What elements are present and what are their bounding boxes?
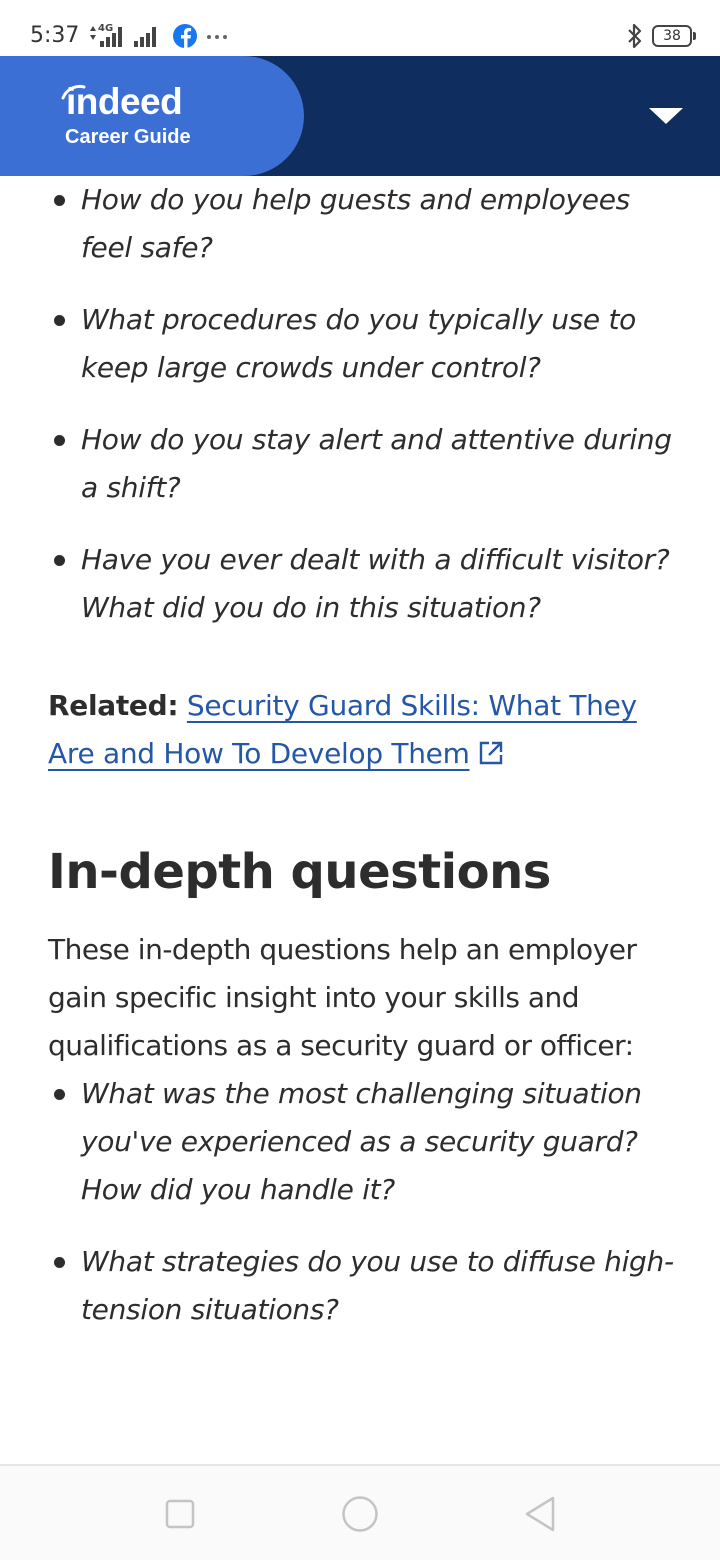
home-button[interactable] [340,1494,380,1534]
status-bar: 5:37 4G 38 [0,0,720,56]
menu-toggle-button[interactable] [642,96,690,136]
logo-subtitle: Career Guide [65,126,191,148]
navigation-bar [0,1464,720,1560]
network-type-label: 4G [98,23,113,34]
indeed-logo: indeed [66,81,183,122]
related-label: Related: [48,689,179,722]
list-item: What strategies do you use to diffuse hi… [48,1238,680,1334]
bluetooth-icon [628,23,642,49]
site-header: indeed Career Guide [0,56,720,176]
signal-icon: 4G [90,23,227,48]
back-button[interactable] [520,1494,560,1534]
recent-apps-button[interactable] [160,1494,200,1534]
chevron-down-icon [649,108,683,124]
list-item: Have you ever dealt with a difficult vis… [48,536,680,632]
external-link-icon [479,741,502,765]
list-item: What was the most challenging situation … [48,1070,680,1214]
back-icon [525,1496,555,1532]
section-intro: These in-depth questions help an employe… [48,933,637,1062]
facebook-icon [173,24,197,48]
article-content: How do you help guests and employees fee… [0,176,720,1464]
home-icon [342,1496,378,1532]
question-list-in-depth: What was the most challenging situation … [0,1070,720,1334]
status-time: 5:37 [30,23,80,48]
list-item: What procedures do you typically use to … [48,296,680,392]
related-article: Related: Security Guard Skills: What The… [0,682,720,778]
logo-link[interactable]: indeed Career Guide [0,56,304,176]
list-item: How do you stay alert and attentive duri… [48,416,680,512]
question-list-general: How do you help guests and employees fee… [0,176,720,632]
status-right: 38 [626,20,696,52]
battery-indicator: 38 [652,25,696,47]
section-title: In-depth questions [48,844,551,900]
recent-apps-icon [165,1499,195,1529]
list-item: How do you help guests and employees fee… [48,176,680,272]
battery-level: 38 [663,28,681,44]
